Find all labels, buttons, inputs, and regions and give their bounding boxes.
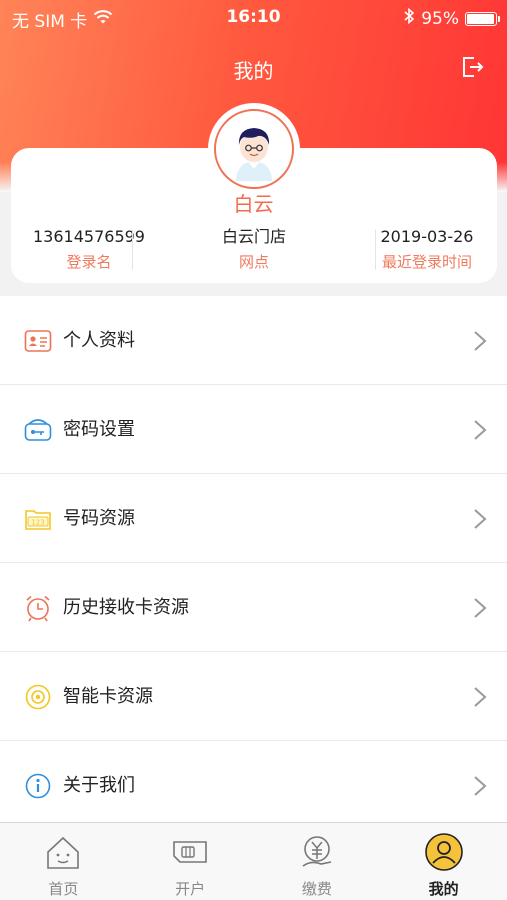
avatar[interactable] (208, 103, 300, 195)
stat-value: 白云门店 (221, 227, 286, 246)
tab-label: 缴费 (301, 880, 332, 898)
menu-label: 关于我们 (63, 775, 135, 796)
chevron-right-icon (474, 509, 487, 529)
menu-label: 个人资料 (63, 330, 135, 351)
avatar-face-icon (236, 128, 272, 181)
menu-label: 智能卡资源 (63, 686, 153, 707)
tab-payment[interactable]: 缴费 (254, 823, 381, 900)
profile-stats: 13614576599 登录名 白云门店 网点 2019-03-26 最近登录时… (11, 226, 497, 274)
alarm-clock-icon (26, 595, 50, 622)
stat-last-login: 2019-03-26 最近登录时间 (356, 226, 498, 272)
tab-bar: 首页 开户 缴费 我的 (0, 822, 507, 900)
folder-123-icon: 123 (25, 510, 51, 530)
stat-branch: 白云门店 网点 (173, 226, 335, 272)
chevron-right-icon (474, 776, 487, 796)
user-icon (424, 833, 463, 871)
stat-value: 2019-03-26 (380, 227, 474, 246)
chevron-right-icon (474, 687, 487, 707)
bluetooth-icon (403, 7, 415, 30)
tab-label: 首页 (48, 880, 79, 898)
battery-icon (465, 11, 500, 26)
settings-menu: 个人资料 密码设置 123 号码资源 历史接收卡资源 智能卡资源 关于我们 (0, 296, 507, 830)
stat-label: 登录名 (66, 253, 112, 271)
profile-name: 白云 (233, 192, 274, 216)
page-title: 我的 (233, 59, 274, 83)
menu-item-number-resources[interactable]: 123 号码资源 (0, 474, 507, 563)
status-bar: 无 SIM 卡 16:10 95% (0, 0, 507, 36)
tab-label: 我的 (428, 880, 459, 898)
chevron-right-icon (474, 598, 487, 618)
menu-item-about[interactable]: 关于我们 (0, 741, 507, 830)
menu-item-smart-cards[interactable]: 智能卡资源 (0, 652, 507, 741)
payment-icon (302, 836, 332, 867)
home-icon (47, 836, 80, 869)
chip-card-icon (25, 684, 51, 710)
logout-icon[interactable] (459, 54, 485, 80)
stat-label: 网点 (238, 253, 269, 271)
battery-percent: 95% (421, 8, 459, 29)
chevron-right-icon (474, 420, 487, 440)
stat-login-name: 13614576599 登录名 (8, 226, 170, 272)
menu-label: 号码资源 (63, 508, 135, 529)
id-card-icon (24, 330, 52, 352)
menu-label: 密码设置 (63, 419, 135, 440)
menu-item-history-cards[interactable]: 历史接收卡资源 (0, 563, 507, 652)
stat-divider (132, 230, 133, 270)
stat-value: 13614576599 (33, 227, 145, 246)
menu-item-profile[interactable]: 个人资料 (0, 296, 507, 385)
stat-label: 最近登录时间 (381, 253, 472, 271)
tab-home[interactable]: 首页 (0, 823, 127, 900)
sim-card-icon (173, 841, 207, 863)
svg-text:123: 123 (31, 519, 44, 527)
tab-mine[interactable]: 我的 (380, 823, 507, 900)
menu-item-password[interactable]: 密码设置 (0, 385, 507, 474)
tab-label: 开户 (175, 880, 206, 898)
tab-open-account[interactable]: 开户 (127, 823, 254, 900)
key-card-icon (24, 419, 52, 441)
chevron-right-icon (474, 331, 487, 351)
info-icon (25, 773, 51, 799)
menu-label: 历史接收卡资源 (63, 597, 189, 618)
